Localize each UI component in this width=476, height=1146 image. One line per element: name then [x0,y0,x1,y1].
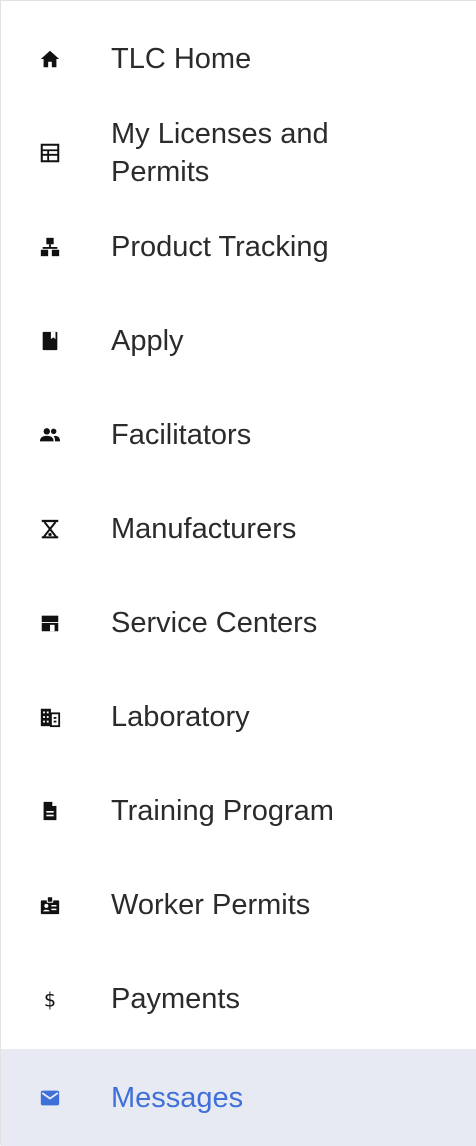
svg-text:$: $ [44,988,56,1010]
nav-item-label: TLC Home [111,43,252,75]
nav-item-payments[interactable]: $ Payments [1,961,476,1037]
nav-item-service-centers[interactable]: Service Centers [1,585,476,661]
nav-item-messages[interactable]: Messages [1,1049,476,1146]
document-icon [39,800,61,822]
side-navigation: TLC Home My Licenses and Permits Product… [0,0,476,1146]
nav-item-my-licenses[interactable]: My Licenses and Permits [1,105,476,201]
store-icon [39,612,61,634]
home-icon [39,48,61,70]
nav-item-tlc-home[interactable]: TLC Home [1,21,476,97]
nav-item-label: My Licenses and Permits [111,118,329,188]
nav-item-product-tracking[interactable]: Product Tracking [1,209,476,285]
nav-item-label: Product Tracking [111,231,329,263]
badge-icon [39,894,61,916]
nav-item-worker-permits[interactable]: Worker Permits [1,867,476,943]
nav-item-label: Manufacturers [111,513,297,545]
nav-item-training-program[interactable]: Training Program [1,773,476,849]
nav-item-label: Messages [111,1081,244,1114]
scale-icon [39,518,61,540]
sitemap-icon [39,236,61,258]
book-icon [39,330,61,352]
dollar-icon: $ [39,988,61,1010]
nav-item-label: Training Program [111,795,334,827]
people-icon [39,424,61,446]
nav-item-apply[interactable]: Apply [1,303,476,379]
mail-icon [39,1087,61,1109]
nav-item-label: Laboratory [111,701,250,733]
nav-item-label: Apply [111,325,184,357]
nav-item-label: Service Centers [111,607,318,639]
nav-item-laboratory[interactable]: Laboratory [1,679,476,755]
nav-item-manufacturers[interactable]: Manufacturers [1,491,476,567]
nav-item-label: Payments [111,983,240,1015]
nav-item-label: Worker Permits [111,889,311,921]
nav-item-label: Facilitators [111,419,252,451]
table-icon [39,142,61,164]
building-icon [39,706,61,728]
nav-item-facilitators[interactable]: Facilitators [1,397,476,473]
